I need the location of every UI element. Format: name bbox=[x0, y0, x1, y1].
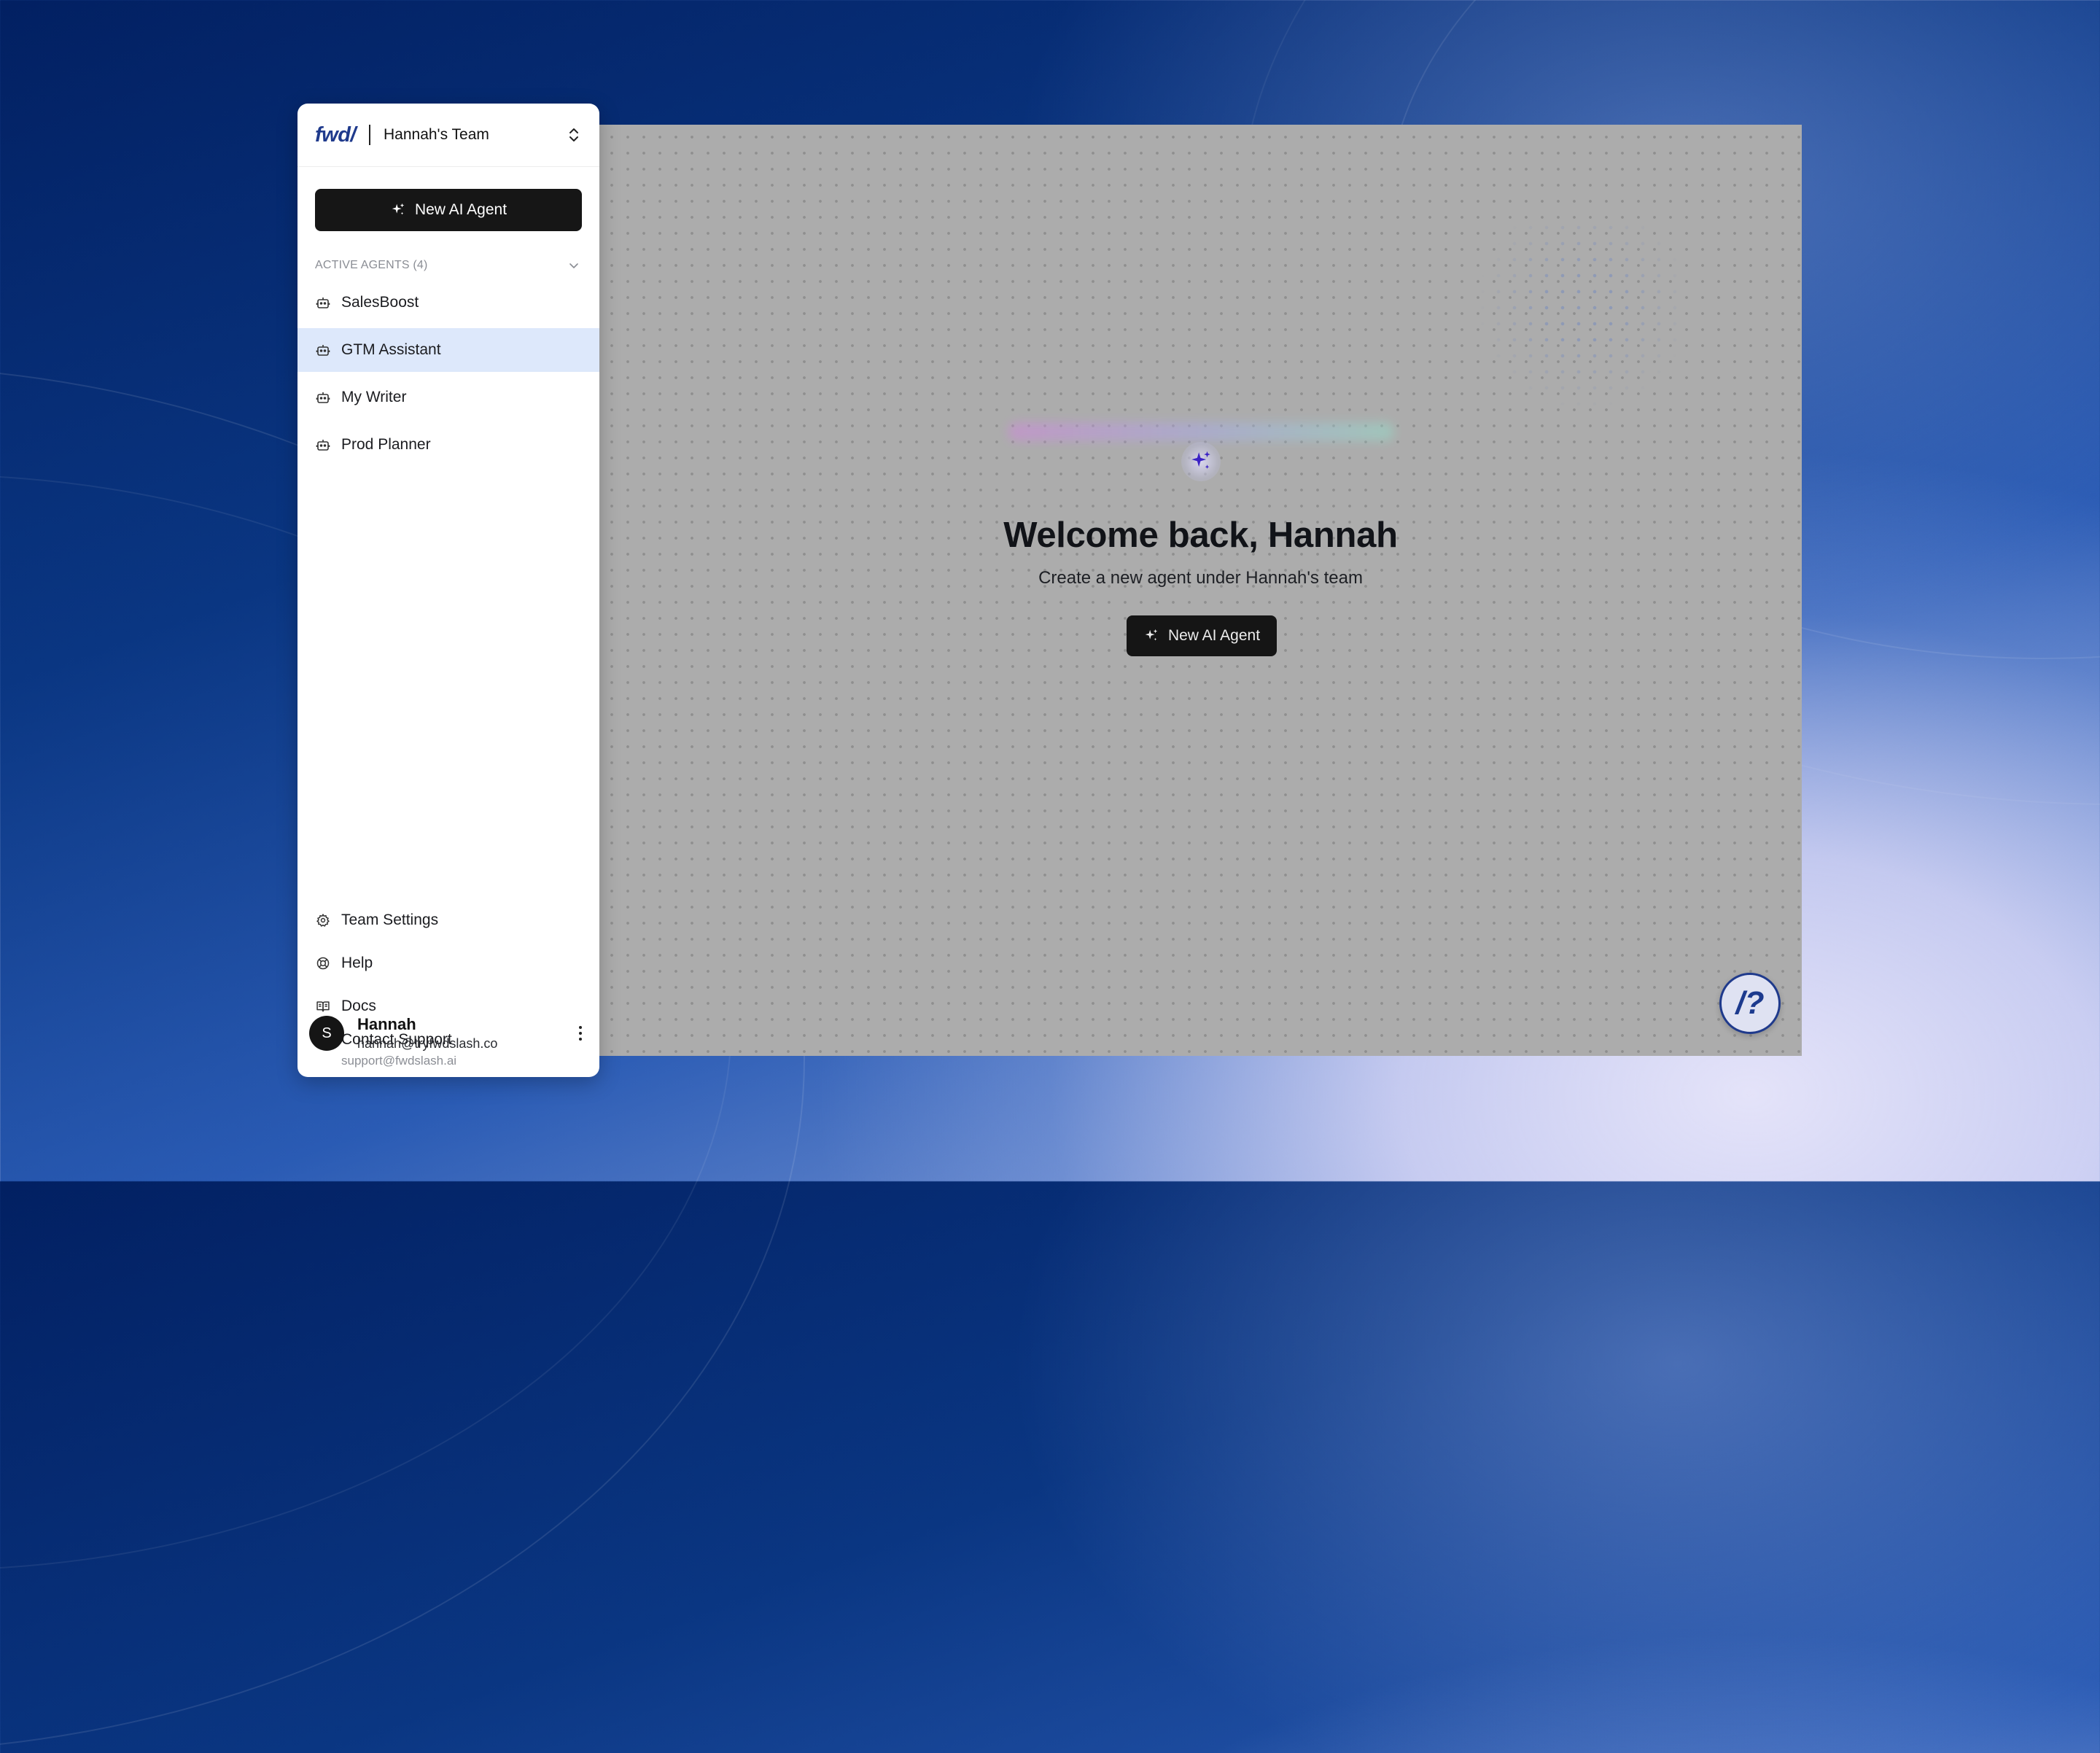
new-ai-agent-label: New AI Agent bbox=[1167, 627, 1261, 644]
sparkle-icon bbox=[390, 202, 406, 218]
gear-icon bbox=[315, 912, 331, 928]
user-profile[interactable]: S Hannah hannah@tryfwdslash.co bbox=[298, 1008, 599, 1059]
main-canvas: Welcome back, Hannah Create a new agent … bbox=[599, 125, 1802, 1056]
agent-list: SalesBoost GTM Assistant My Writer Prod … bbox=[298, 281, 599, 467]
avatar[interactable]: S bbox=[309, 1016, 344, 1051]
sparkle-icon bbox=[1189, 449, 1213, 474]
sparkle-icon bbox=[1143, 628, 1159, 644]
team-switcher[interactable]: fwd/ Hannah's Team bbox=[298, 104, 599, 167]
robot-icon bbox=[315, 342, 331, 358]
kebab-menu-icon[interactable] bbox=[573, 1022, 588, 1044]
active-agents-title: ACTIVE AGENTS (4) bbox=[315, 259, 428, 271]
lifebuoy-icon bbox=[315, 955, 331, 971]
agent-item-active[interactable]: GTM Assistant bbox=[298, 328, 599, 372]
team-name: Hannah's Team bbox=[384, 126, 489, 143]
decorative-dot-cluster bbox=[1474, 219, 1693, 409]
help-link[interactable]: Help bbox=[298, 941, 599, 984]
hero-sparkle bbox=[1181, 442, 1221, 481]
help-fab-label: /? bbox=[1735, 985, 1765, 1021]
agent-item[interactable]: SalesBoost bbox=[298, 281, 599, 324]
agent-item[interactable]: Prod Planner bbox=[298, 423, 599, 467]
new-ai-agent-button[interactable]: New AI Agent bbox=[315, 189, 582, 231]
welcome-subtitle: Create a new agent under Hannah's team bbox=[1038, 568, 1363, 588]
welcome-title: Welcome back, Hannah bbox=[1003, 516, 1398, 555]
robot-icon bbox=[315, 295, 331, 311]
decorative-glow-bar bbox=[1008, 422, 1394, 441]
agent-label: GTM Assistant bbox=[341, 341, 441, 358]
agent-label: My Writer bbox=[341, 389, 407, 405]
robot-icon bbox=[315, 389, 331, 405]
help-fab-button[interactable]: /? bbox=[1719, 973, 1781, 1034]
brand-logo: fwd/ bbox=[315, 123, 357, 147]
help-label: Help bbox=[341, 954, 373, 971]
chevron-down-icon[interactable] bbox=[566, 257, 582, 273]
user-info: Hannah hannah@tryfwdslash.co bbox=[357, 1015, 560, 1052]
new-ai-agent-label: New AI Agent bbox=[414, 201, 508, 218]
new-ai-agent-button-center[interactable]: New AI Agent bbox=[1127, 615, 1277, 656]
team-settings-link[interactable]: Team Settings bbox=[298, 898, 599, 941]
agent-item[interactable]: My Writer bbox=[298, 376, 599, 419]
active-agents-section-header[interactable]: ACTIVE AGENTS (4) bbox=[298, 256, 599, 275]
agent-label: Prod Planner bbox=[341, 436, 431, 453]
team-settings-label: Team Settings bbox=[341, 911, 439, 928]
user-name: Hannah bbox=[357, 1015, 416, 1033]
chevron-up-down-icon[interactable] bbox=[566, 127, 582, 143]
header-divider bbox=[369, 125, 370, 145]
agent-label: SalesBoost bbox=[341, 294, 419, 311]
sidebar: fwd/ Hannah's Team New AI Agent ACTIVE A… bbox=[298, 104, 599, 1077]
user-email: hannah@tryfwdslash.co bbox=[357, 1036, 498, 1051]
robot-icon bbox=[315, 437, 331, 453]
